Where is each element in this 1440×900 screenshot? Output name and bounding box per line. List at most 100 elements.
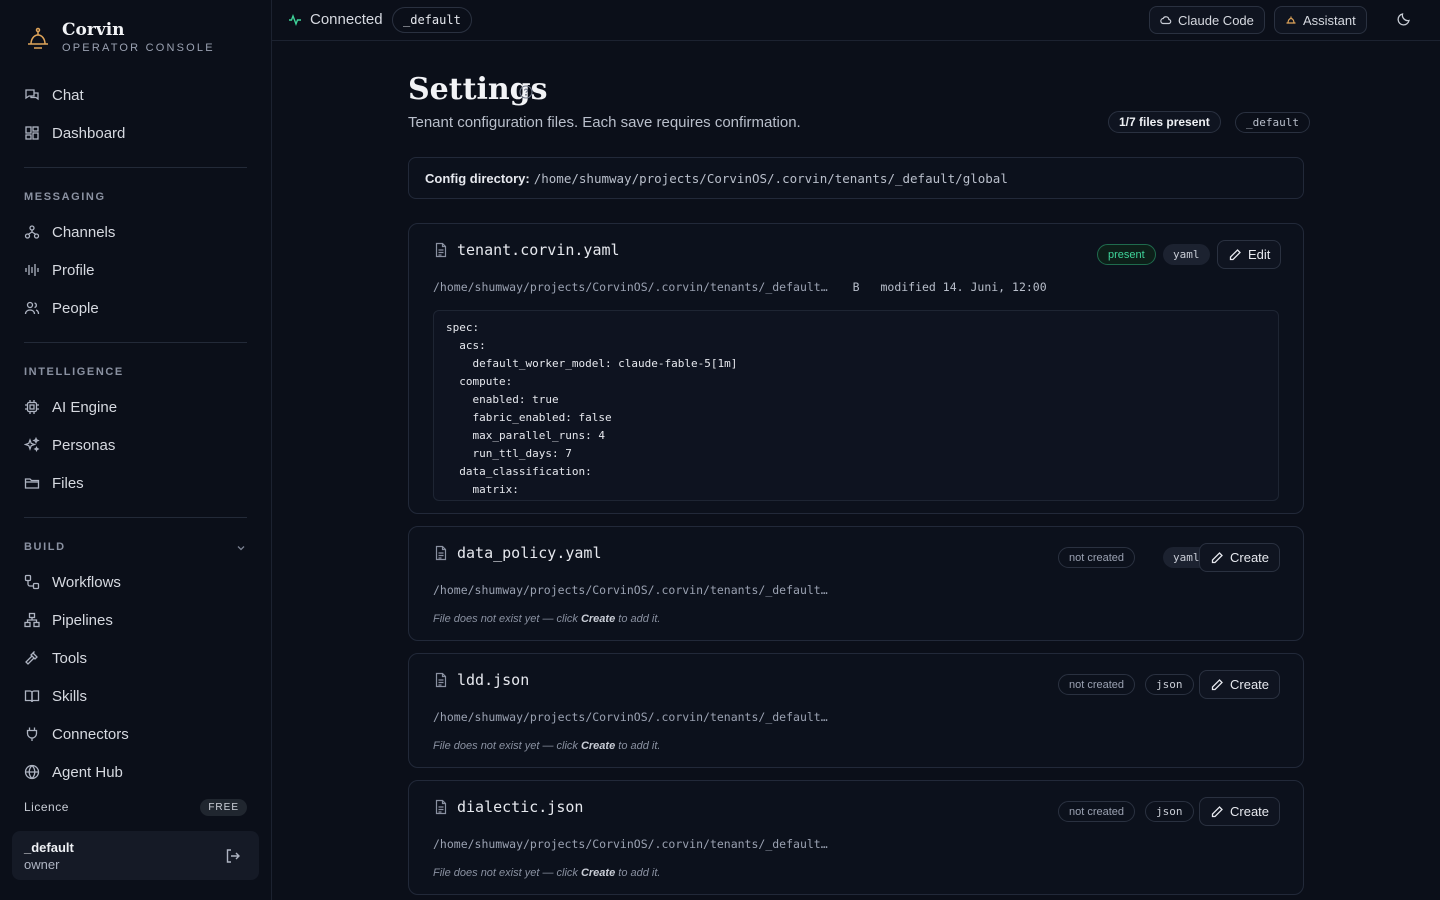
- channels-icon: [24, 224, 40, 240]
- pipeline-icon: [24, 612, 40, 628]
- user-role: owner: [24, 857, 60, 872]
- divider: [24, 342, 247, 343]
- edit-button[interactable]: Edit: [1217, 240, 1282, 269]
- file-missing-hint: File does not exist yet — click Create t…: [433, 613, 661, 625]
- create-label: Create: [1230, 804, 1270, 819]
- file-missing-hint: File does not exist yet — click Create t…: [433, 740, 661, 752]
- pencil-icon: [1210, 678, 1224, 692]
- user-name: _default: [24, 840, 74, 855]
- help-icon[interactable]: [518, 84, 534, 100]
- sidebar-item-people[interactable]: People: [12, 291, 260, 325]
- file-icon: [433, 799, 449, 815]
- brand-name: Corvin: [62, 20, 125, 40]
- sidebar-item-dashboard[interactable]: Dashboard: [12, 116, 260, 150]
- sidebar-item-label: AI Engine: [52, 398, 118, 416]
- files-count-badge: 1/7 files present: [1108, 111, 1221, 133]
- connection-status: Connected: [288, 11, 383, 28]
- sidebar-item-label: Agent Hub: [52, 763, 123, 781]
- tenant-selector[interactable]: _default: [392, 7, 472, 33]
- assistant-label: Assistant: [1303, 12, 1356, 28]
- section-title-intelligence: INTELLIGENCE: [24, 366, 124, 378]
- sparkles-icon: [24, 437, 40, 453]
- sidebar-item-label: Files: [52, 474, 84, 492]
- sidebar-item-agent-hub[interactable]: Agent Hub: [12, 755, 260, 789]
- sidebar-item-label: Skills: [52, 687, 88, 705]
- folder-icon: [24, 475, 40, 491]
- page-subtitle: Tenant configuration files. Each save re…: [408, 114, 801, 131]
- sidebar-item-connectors[interactable]: Connectors: [12, 717, 260, 751]
- user-card: _default owner: [12, 831, 259, 880]
- file-type-badge: yaml: [1163, 244, 1210, 265]
- file-name: data_policy.yaml: [457, 544, 602, 562]
- assistant-icon: [1285, 14, 1297, 26]
- file-type-badge: json: [1145, 674, 1194, 695]
- file-path: /home/shumway/projects/CorvinOS/.corvin/…: [433, 280, 828, 294]
- sidebar-item-personas[interactable]: Personas: [12, 428, 260, 462]
- file-card: ldd.json not created json Create /home/s…: [408, 653, 1304, 768]
- sidebar-item-skills[interactable]: Skills: [12, 679, 260, 713]
- file-icon: [433, 242, 449, 258]
- status-badge: present: [1097, 244, 1156, 265]
- sidebar-item-files[interactable]: Files: [12, 466, 260, 500]
- file-path: /home/shumway/projects/CorvinOS/.corvin/…: [433, 837, 828, 851]
- create-label: Create: [1230, 550, 1270, 565]
- status-badge: not created: [1058, 674, 1136, 695]
- chevron-down-icon[interactable]: [235, 542, 247, 554]
- sidebar-item-ai-engine[interactable]: AI Engine: [12, 390, 260, 424]
- cloud-icon: [1160, 14, 1172, 26]
- connection-status-text: Connected: [310, 11, 383, 28]
- pencil-icon: [1228, 248, 1242, 262]
- file-name: ldd.json: [457, 671, 530, 689]
- divider: [24, 167, 247, 168]
- sidebar-item-profile[interactable]: Profile: [12, 253, 260, 287]
- sidebar-item-label: Profile: [52, 261, 95, 279]
- assistant-button[interactable]: Assistant: [1274, 6, 1367, 34]
- licence-badge: FREE: [200, 798, 247, 816]
- file-content: spec: acs: default_worker_model: claude-…: [446, 321, 738, 496]
- sidebar-item-label: Pipelines: [52, 611, 113, 629]
- licence-label: Licence: [24, 800, 69, 814]
- tenant-badge: _default: [1235, 112, 1310, 133]
- status-badge: not created: [1058, 547, 1136, 568]
- brand-subtitle: OPERATOR CONSOLE: [62, 42, 215, 54]
- create-button[interactable]: Create: [1199, 670, 1281, 699]
- file-modified: modified 14. Juni, 12:00: [880, 280, 1047, 294]
- audio-wave-icon: [24, 262, 40, 278]
- create-button[interactable]: Create: [1199, 543, 1281, 572]
- sidebar-item-label: Workflows: [52, 573, 121, 591]
- file-name: tenant.corvin.yaml: [457, 241, 620, 259]
- brand[interactable]: Corvin OPERATOR CONSOLE: [24, 20, 215, 55]
- create-button[interactable]: Create: [1199, 797, 1281, 826]
- licence-row: Licence FREE: [24, 798, 247, 816]
- pencil-icon: [1210, 805, 1224, 819]
- logout-icon[interactable]: [224, 847, 242, 865]
- hammer-icon: [24, 650, 40, 666]
- sidebar-item-channels[interactable]: Channels: [12, 215, 260, 249]
- moon-icon[interactable]: [1396, 11, 1412, 27]
- file-size: B: [852, 280, 860, 294]
- corvin-logo-icon: [24, 24, 52, 52]
- divider: [24, 517, 247, 518]
- config-directory: Config directory: /home/shumway/projects…: [408, 157, 1304, 199]
- sidebar-item-tools[interactable]: Tools: [12, 641, 260, 675]
- file-icon: [433, 672, 449, 688]
- file-card: dialectic.json not created json Create /…: [408, 780, 1304, 895]
- sidebar-item-label: Chat: [52, 86, 84, 104]
- file-icon: [433, 545, 449, 561]
- sidebar-item-workflows[interactable]: Workflows: [12, 565, 260, 599]
- sidebar-item-label: Tools: [52, 649, 88, 667]
- status-badge: not created: [1058, 801, 1136, 822]
- file-content-preview[interactable]: spec: acs: default_worker_model: claude-…: [433, 310, 1279, 501]
- file-path-row: /home/shumway/projects/CorvinOS/.corvin/…: [433, 280, 1047, 294]
- workflow-icon: [24, 574, 40, 590]
- claude-code-button[interactable]: Claude Code: [1149, 6, 1265, 34]
- section-title-build: BUILD: [24, 541, 66, 553]
- file-missing-hint: File does not exist yet — click Create t…: [433, 867, 661, 879]
- sidebar-item-chat[interactable]: Chat: [12, 78, 260, 112]
- sidebar-item-label: Personas: [52, 436, 116, 454]
- people-icon: [24, 300, 40, 316]
- edit-label: Edit: [1248, 247, 1271, 262]
- pencil-icon: [1210, 551, 1224, 565]
- sidebar-item-label: Channels: [52, 223, 116, 241]
- sidebar-item-pipelines[interactable]: Pipelines: [12, 603, 260, 637]
